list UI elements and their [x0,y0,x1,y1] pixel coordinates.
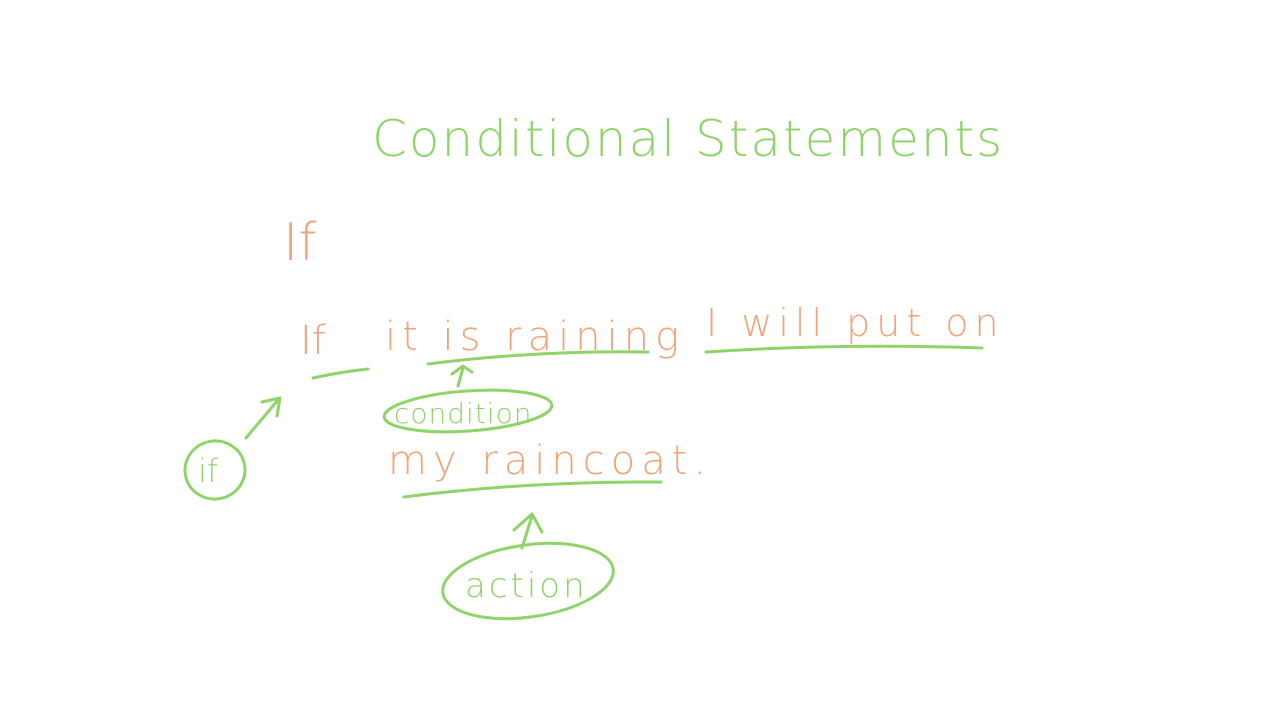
if-underline [311,367,370,380]
sentence-action-line2: my raincoat. [388,438,712,484]
sentence-if-word: If [300,318,326,364]
action-label: action [465,566,588,606]
if-arrow [244,398,280,440]
whiteboard-canvas: Conditional Statements If If it is raini… [0,0,1280,719]
action-underline-line1 [704,344,984,354]
page-title: Conditional Statements [372,110,1004,168]
action-underline-line2 [402,480,663,499]
if-label: if [198,452,219,490]
sentence-action-line1: I will put on [706,301,1005,345]
keyword-if: If [283,213,317,273]
condition-label: condition [394,397,532,430]
whiteboard-drawing: Conditional Statements If If it is raini… [183,110,1005,621]
